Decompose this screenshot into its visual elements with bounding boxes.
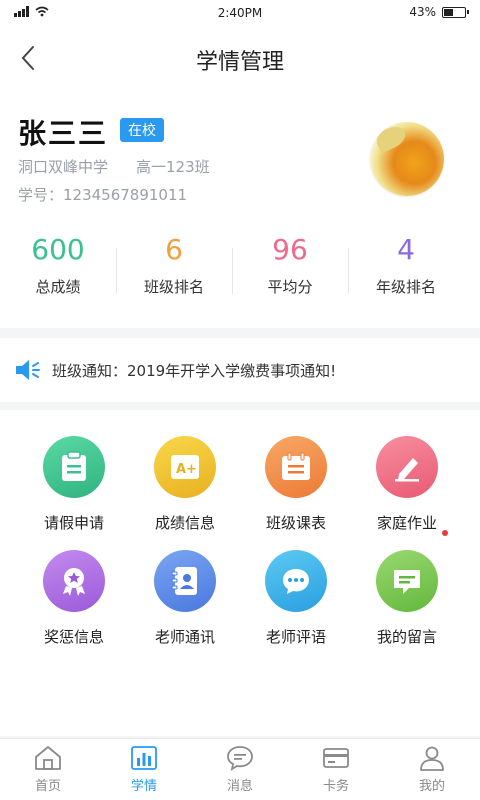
feature-teacher-comments[interactable]: 老师评语 xyxy=(241,550,351,647)
feature-label: 老师评语 xyxy=(265,628,326,646)
leave-request-icon xyxy=(43,436,105,498)
feature-leave-request[interactable]: 请假申请 xyxy=(19,436,129,533)
tab-messages[interactable]: 消息 xyxy=(192,739,288,800)
status-badge: 在校 xyxy=(120,118,164,142)
message-icon xyxy=(376,550,438,612)
notification-dot xyxy=(442,530,448,536)
tab-label: 卡务 xyxy=(322,779,349,794)
stat-average[interactable]: 96 平均分 xyxy=(232,232,348,312)
avatar[interactable] xyxy=(370,122,444,196)
tab-label: 学情 xyxy=(130,779,157,794)
tab-home[interactable]: 首页 xyxy=(0,739,96,800)
profile-card: 张三三 在校 洞口双峰中学 高一123班 学号：1234567891011 600… xyxy=(0,90,480,328)
school-class-line: 洞口双峰中学 高一123班 xyxy=(18,156,210,177)
feature-grid: 请假申请 A+ 成绩信息 班级课表 家庭作业 奖惩信息 老师通讯 老师评语 我的… xyxy=(0,410,480,736)
chat-icon xyxy=(227,746,253,771)
nav-bar: 学情管理 xyxy=(0,26,480,90)
feature-label: 班级课表 xyxy=(265,514,326,532)
tab-study[interactable]: 学情 xyxy=(96,739,192,800)
feature-schedule[interactable]: 班级课表 xyxy=(241,436,351,533)
notice-text: 班级通知：2019年开学入学缴费事项通知! xyxy=(52,362,337,380)
stat-divider xyxy=(232,248,233,294)
contacts-icon xyxy=(154,550,216,612)
bottom-tab-bar: 首页 学情 消息 卡务 我的 xyxy=(0,738,480,800)
tab-label: 我的 xyxy=(418,779,445,794)
stat-label: 年级排名 xyxy=(375,278,436,296)
stat-label: 总成绩 xyxy=(35,278,81,296)
stat-divider xyxy=(348,248,349,294)
school-name: 洞口双峰中学 xyxy=(18,158,109,176)
status-time: 2:40PM xyxy=(217,6,263,20)
stat-class-rank[interactable]: 6 班级排名 xyxy=(116,232,232,312)
stat-value: 600 xyxy=(31,233,85,266)
stat-value: 6 xyxy=(165,233,183,266)
card-icon xyxy=(323,748,349,768)
home-icon xyxy=(35,746,61,770)
student-name: 张三三 xyxy=(18,117,109,150)
feature-awards[interactable]: 奖惩信息 xyxy=(19,550,129,647)
student-id: 学号：1234567891011 xyxy=(18,186,188,204)
stats-row: 600 总成绩 6 班级排名 96 平均分 4 年级排名 xyxy=(0,232,480,312)
speaker-icon xyxy=(16,360,40,380)
feature-label: 奖惩信息 xyxy=(43,628,104,646)
svg-text:A+: A+ xyxy=(176,462,197,477)
stat-grade-rank[interactable]: 4 年级排名 xyxy=(348,232,464,312)
tab-label: 消息 xyxy=(226,779,253,794)
battery-icon xyxy=(442,6,469,18)
award-icon xyxy=(43,550,105,612)
stat-label: 班级排名 xyxy=(143,278,204,296)
stat-label: 平均分 xyxy=(267,278,313,296)
user-icon xyxy=(420,746,444,771)
feature-grades[interactable]: A+ 成绩信息 xyxy=(130,436,240,533)
schedule-icon xyxy=(265,436,327,498)
class-name: 高一123班 xyxy=(136,158,210,176)
feature-label: 我的留言 xyxy=(376,628,437,646)
class-notice[interactable]: 班级通知：2019年开学入学缴费事项通知! xyxy=(0,338,480,402)
stat-value: 4 xyxy=(397,233,415,266)
page-title: 学情管理 xyxy=(195,50,284,75)
tab-label: 首页 xyxy=(34,779,61,794)
comment-icon xyxy=(265,550,327,612)
stat-value: 96 xyxy=(272,233,308,266)
stat-total-score[interactable]: 600 总成绩 xyxy=(0,232,116,312)
battery-percent: 43% xyxy=(409,5,436,19)
feature-label: 请假申请 xyxy=(43,514,104,532)
homework-icon xyxy=(376,436,438,498)
feature-homework[interactable]: 家庭作业 xyxy=(352,436,462,536)
feature-label: 老师通讯 xyxy=(154,628,215,646)
stat-divider xyxy=(116,248,117,294)
status-bar: 2:40PM 43% xyxy=(0,0,480,26)
chart-icon xyxy=(131,746,157,770)
feature-my-messages[interactable]: 我的留言 xyxy=(352,550,462,647)
feature-teacher-contacts[interactable]: 老师通讯 xyxy=(130,550,240,647)
tab-card[interactable]: 卡务 xyxy=(288,739,384,800)
tab-mine[interactable]: 我的 xyxy=(384,739,480,800)
feature-label: 成绩信息 xyxy=(154,514,215,532)
grades-icon: A+ xyxy=(154,436,216,498)
